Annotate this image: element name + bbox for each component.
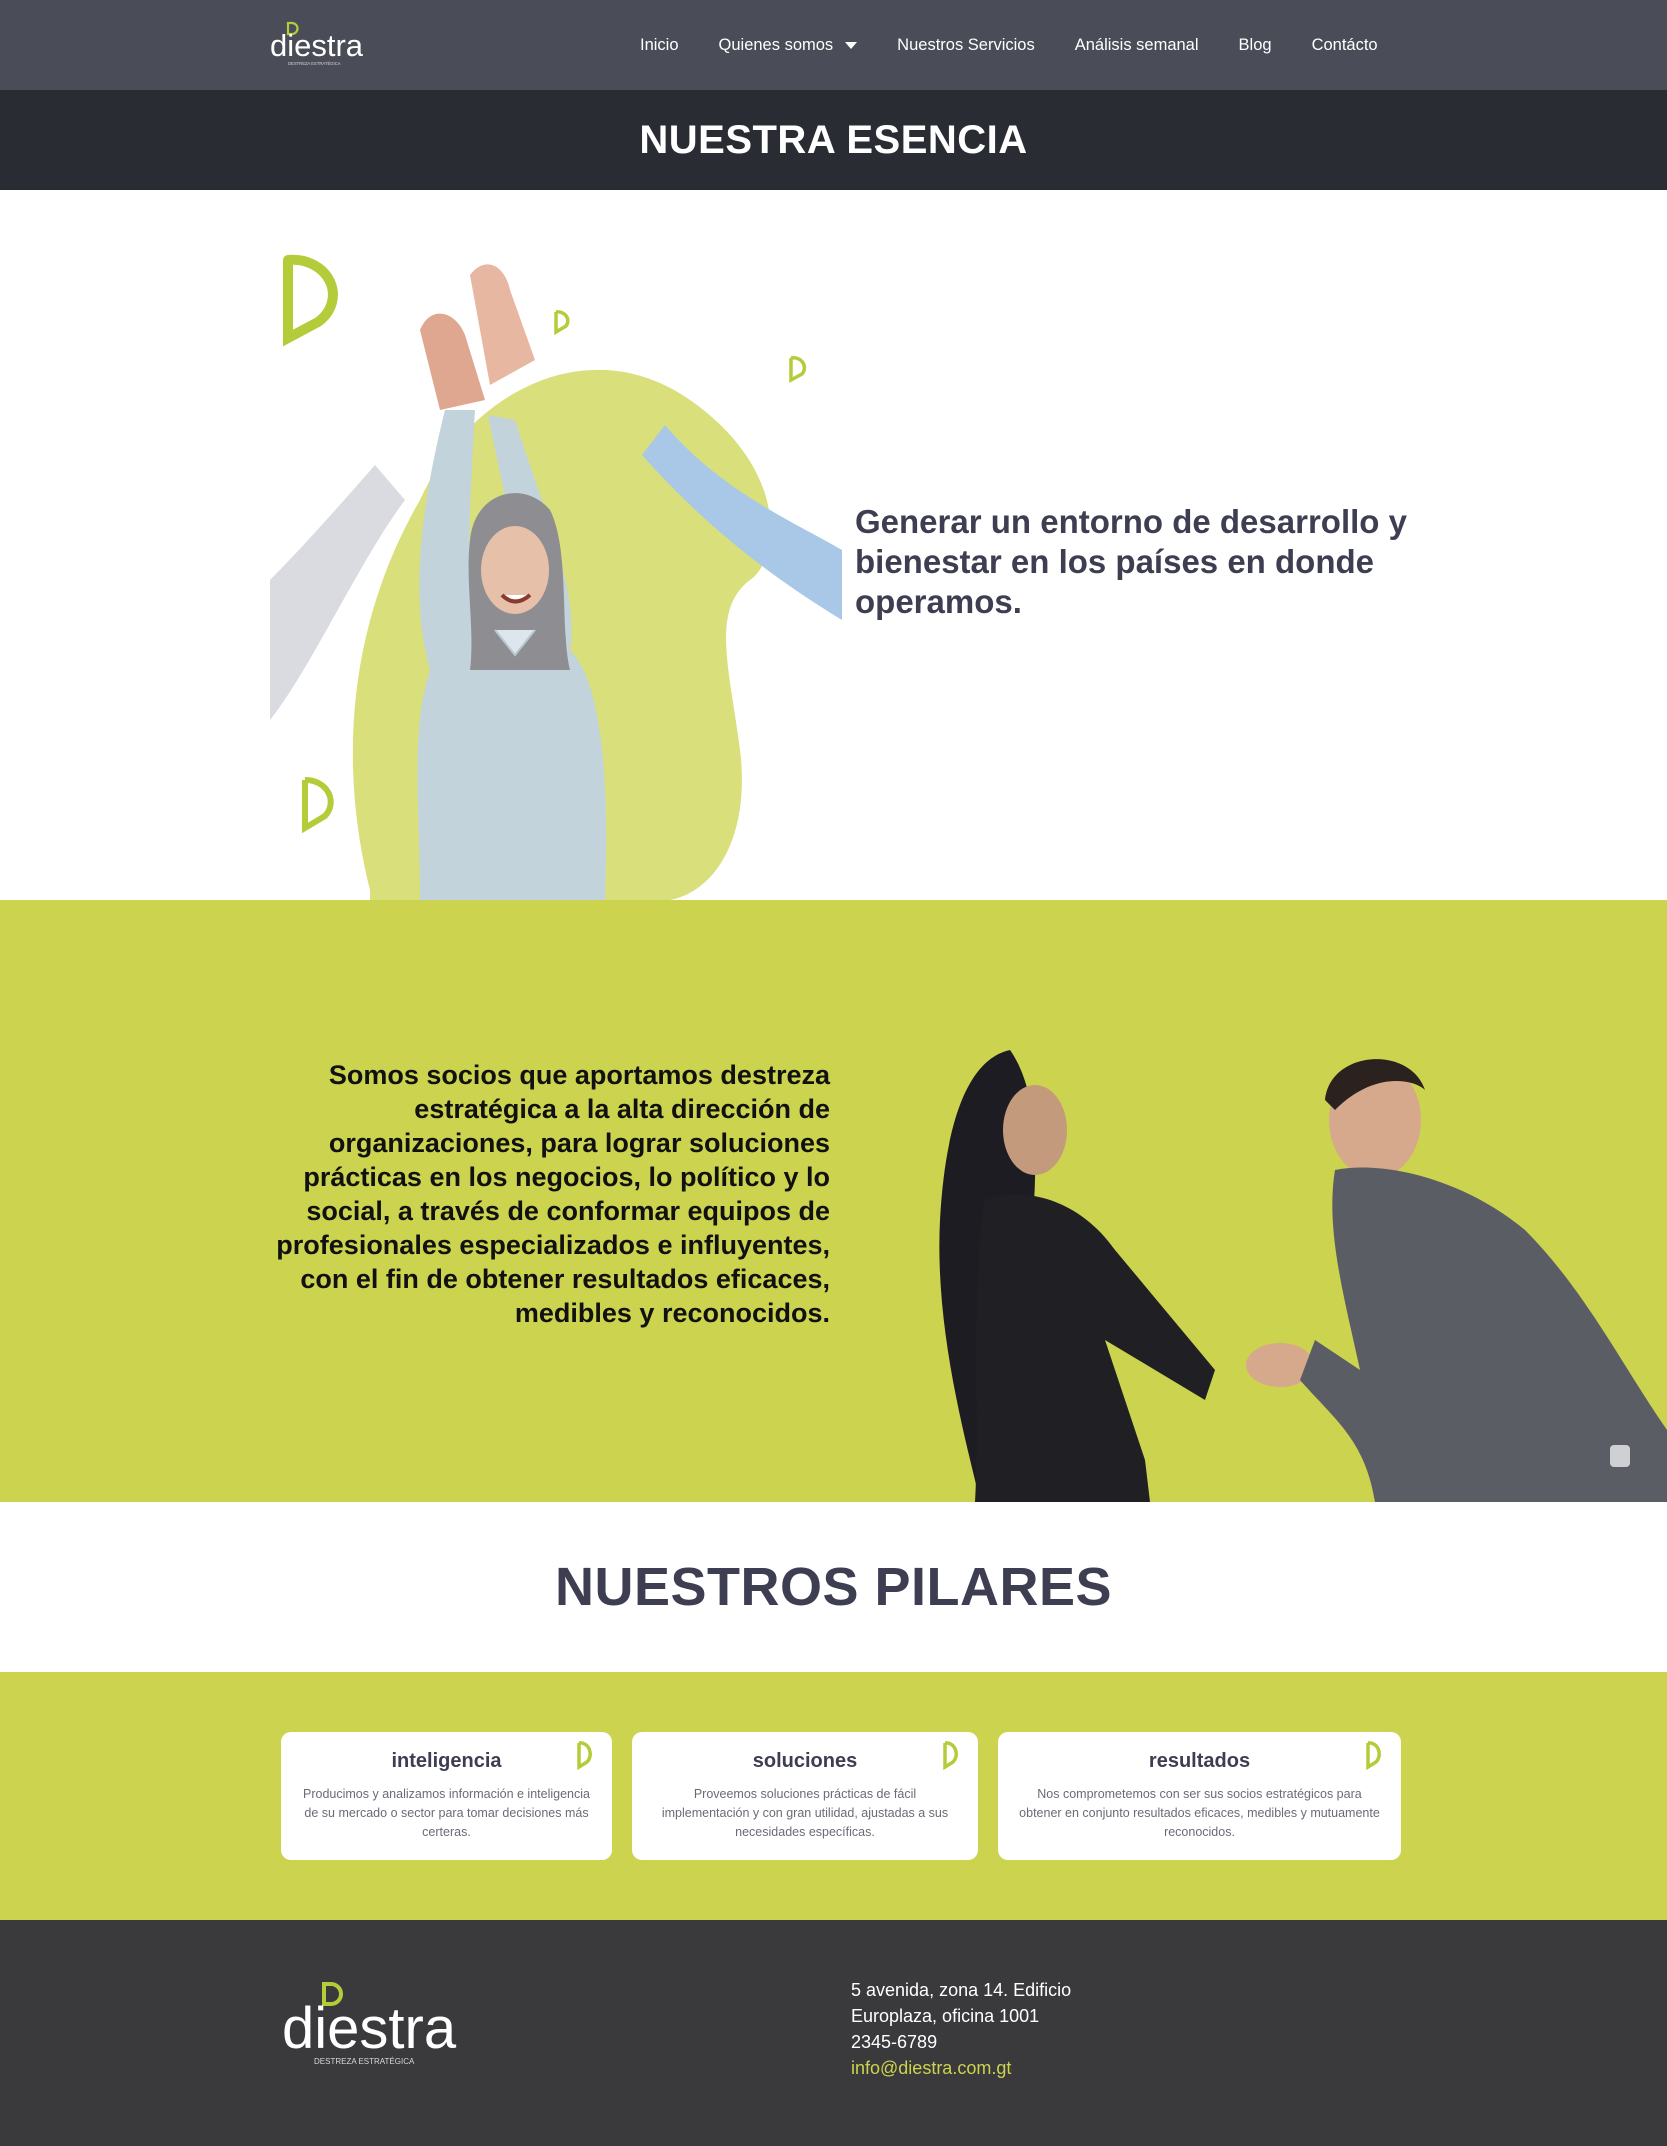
esencia-statement: Generar un entorno de desarrollo y biene… <box>855 503 1407 620</box>
d-brand-icon <box>283 254 338 347</box>
nav-item-contacto[interactable]: Contácto <box>1312 36 1378 55</box>
socios-statement: Somos socios que aportamos destreza estr… <box>276 1060 830 1328</box>
d-brand-icon <box>1366 1741 1381 1770</box>
socios-section: Somos socios que aportamos destreza estr… <box>0 900 1667 1502</box>
svg-text:DESTREZA ESTRATÉGICA: DESTREZA ESTRATÉGICA <box>314 2057 415 2066</box>
nav-item-blog[interactable]: Blog <box>1239 36 1272 55</box>
footer-diestra-logo[interactable]: diestra DESTREZA ESTRATÉGICA <box>282 1980 472 2072</box>
pillar-text: Producimos y analizamos información e in… <box>303 1787 590 1839</box>
pillar-title: inteligencia <box>391 1750 502 1772</box>
dropdown-caret-icon[interactable] <box>845 41 858 49</box>
footer-contact: 5 avenida, zona 14. Edificio Europlaza, … <box>851 1977 1071 2081</box>
svg-text:DESTREZA ESTRATÉGICA: DESTREZA ESTRATÉGICA <box>288 61 341 66</box>
page-title-bar: NUESTRA ESENCIA <box>0 90 1667 190</box>
email-link[interactable]: info@diestra.com.gt <box>851 2055 1071 2081</box>
esencia-section: Generar un entorno de desarrollo y biene… <box>0 190 1667 900</box>
pillar-title: soluciones <box>752 1750 858 1772</box>
page-title: NUESTRA ESENCIA <box>639 117 1028 162</box>
address-line-1: 5 avenida, zona 14. Edificio <box>851 1980 1072 2000</box>
pilares-heading-section: NUESTROS PILARES <box>0 1502 1667 1672</box>
nav-item-inicio[interactable]: Inicio <box>640 36 679 55</box>
handshake-photo <box>939 1050 1667 1502</box>
pillar-text: Proveemos soluciones prácticas de fácil … <box>661 1787 949 1839</box>
diestra-logo[interactable]: diestra DESTREZA ESTRATÉGICA <box>270 20 370 68</box>
pillar-text: Nos comprometemos con ser sus socios est… <box>1019 1787 1380 1839</box>
footer: diestra DESTREZA ESTRATÉGICA 5 avenida, … <box>0 1920 1667 2146</box>
phone-number: 2345-6789 <box>851 2032 938 2052</box>
pillar-card-inteligencia: inteligencia Producimos y analizamos inf… <box>281 1732 612 1860</box>
high-five-photo <box>270 254 842 900</box>
address-line-2: Europlaza, oficina 1001 <box>851 2006 1040 2026</box>
nav-item-quienes-somos[interactable]: Quienes somos <box>719 36 858 55</box>
pillar-title: resultados <box>1148 1750 1251 1772</box>
nav-menu: Inicio Quienes somos Nuestros Servicios … <box>620 0 1398 90</box>
nav-item-analisis-semanal[interactable]: Análisis semanal <box>1075 36 1199 55</box>
pillar-card-soluciones: soluciones Proveemos soluciones práctica… <box>632 1732 978 1860</box>
nav-item-nuestros-servicios[interactable]: Nuestros Servicios <box>897 36 1035 55</box>
pilares-heading: NUESTROS PILARES <box>554 1557 1113 1617</box>
pilares-section: inteligencia Producimos y analizamos inf… <box>0 1672 1667 1920</box>
top-navbar: diestra DESTREZA ESTRATÉGICA Inicio Quie… <box>0 0 1667 90</box>
d-brand-icon <box>943 1741 958 1770</box>
pillar-card-resultados: resultados Nos comprometemos con ser sus… <box>998 1732 1401 1860</box>
svg-text:diestra: diestra <box>282 1996 457 2061</box>
svg-text:diestra: diestra <box>270 28 364 63</box>
d-brand-icon <box>577 1741 592 1770</box>
